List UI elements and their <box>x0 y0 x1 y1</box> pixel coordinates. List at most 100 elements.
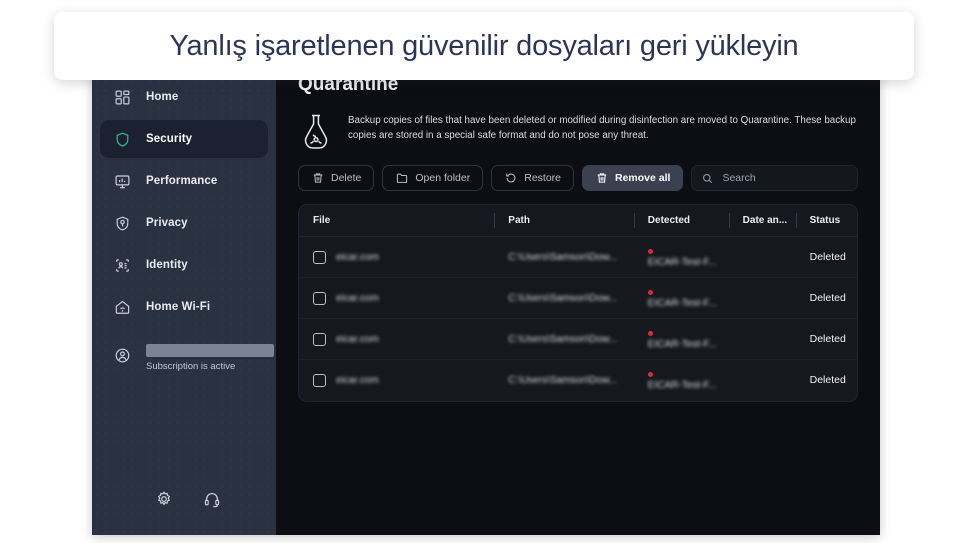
search-icon <box>702 172 713 184</box>
file-name: eicar.com <box>336 333 379 345</box>
sidebar-item-label: Home <box>146 91 179 103</box>
cell-date <box>728 277 796 320</box>
gear-icon[interactable] <box>154 489 174 509</box>
id-card-icon <box>112 255 132 275</box>
threat-dot-icon <box>647 248 653 254</box>
search-input[interactable] <box>720 171 847 185</box>
restore-button[interactable]: Restore <box>491 165 574 191</box>
status-badge: Deleted <box>809 333 846 346</box>
detection-name: EICAR-Test-F... <box>647 257 717 268</box>
row-checkbox[interactable] <box>313 291 326 305</box>
table-header-row: File Path Detected Date an... Status <box>299 205 857 237</box>
threat-dot-icon <box>647 290 653 295</box>
cell-status: Deleted <box>795 236 857 279</box>
column-header-path[interactable]: Path <box>494 205 634 237</box>
cell-file: eicar.com <box>299 236 495 279</box>
column-header-detected[interactable]: Detected <box>633 205 729 237</box>
cell-date <box>728 318 796 361</box>
trash-icon <box>595 172 608 185</box>
cell-status: Deleted <box>796 360 857 401</box>
privacy-shield-icon <box>112 213 132 233</box>
cell-path: C:\Users\Samson\Dow... <box>494 236 634 279</box>
restore-button-label: Restore <box>524 172 561 184</box>
table-row[interactable]: eicar.com C:\Users\Samson\Dow... EICAR-Tes… <box>299 236 857 279</box>
account-name-redacted <box>146 344 274 357</box>
cell-date <box>728 236 796 279</box>
sidebar-item-home-wifi[interactable]: Home Wi-Fi <box>100 288 268 326</box>
folder-icon <box>395 172 408 185</box>
sidebar-item-label: Privacy <box>146 217 188 229</box>
subscription-block[interactable]: Subscription is active <box>100 342 274 386</box>
quarantine-table: File Path Detected Date an... Status eic… <box>298 204 858 402</box>
sidebar-footer <box>92 463 276 535</box>
instruction-banner-text: Yanlış işaretlenen güvenilir dosyaları g… <box>169 29 799 62</box>
column-header-file[interactable]: File <box>299 205 495 237</box>
table-body: eicar.com C:\Users\Samson\Dow... EICAR-Tes… <box>299 236 857 401</box>
sidebar-item-label: Performance <box>146 175 218 187</box>
sidebar-item-identity[interactable]: Identity <box>100 246 268 284</box>
table-row[interactable]: eicar.com C:\Users\Samson\Dow... EICAR-Tes… <box>299 277 857 320</box>
cell-detected: EICAR-Test-F... <box>634 360 729 401</box>
cell-path: C:\Users\Samson\Dow... <box>494 360 634 401</box>
cell-detected: EICAR-Test-F... <box>633 236 729 279</box>
file-path: C:\Users\Samson\Dow... <box>508 333 618 345</box>
status-badge: Deleted <box>809 251 846 264</box>
cell-detected: EICAR-Test-F... <box>633 277 729 320</box>
shield-icon <box>112 129 132 149</box>
cell-path: C:\Users\Samson\Dow... <box>494 318 634 361</box>
file-path: C:\Users\Samson\Dow... <box>508 292 618 304</box>
row-checkbox[interactable] <box>313 332 326 346</box>
quarantine-table-element: File Path Detected Date an... Status eic… <box>299 205 857 401</box>
home-wifi-icon <box>112 297 132 317</box>
main-content: Quarantine Backup copies of files that h… <box>276 68 880 535</box>
search-field[interactable] <box>691 165 858 191</box>
app-window: Home Security Performance Privacy Identi… <box>92 68 880 535</box>
cell-status: Deleted <box>795 318 857 361</box>
cell-status: Deleted <box>795 277 857 320</box>
quarantine-toolbar: Delete Open folder Restore Remove all Se… <box>298 165 858 191</box>
sidebar-item-performance[interactable]: Performance <box>100 162 268 200</box>
table-row[interactable]: eicar.com C:\Users\Samson\Dow... EICAR-Tes… <box>299 318 857 361</box>
cell-path: C:\Users\Samson\Dow... <box>494 277 634 320</box>
trash-icon <box>311 172 324 185</box>
row-checkbox[interactable] <box>313 250 326 264</box>
file-name: eicar.com <box>336 292 379 304</box>
cell-detected: EICAR-Test-F... <box>633 318 729 361</box>
sidebar-item-label: Security <box>146 133 193 145</box>
cell-date <box>729 360 796 401</box>
file-name: eicar.com <box>336 374 379 386</box>
sidebar-item-home[interactable]: Home <box>100 78 268 116</box>
delete-button-label: Delete <box>331 172 362 184</box>
detection-name: EICAR-Test-F... <box>647 380 717 392</box>
sidebar-item-security[interactable]: Security <box>100 120 268 158</box>
delete-button[interactable]: Delete <box>298 165 375 191</box>
file-name: eicar.com <box>336 251 379 263</box>
column-header-status[interactable]: Status <box>795 205 857 237</box>
row-checkbox[interactable] <box>313 373 326 387</box>
column-header-date[interactable]: Date an... <box>728 205 796 237</box>
user-account-icon <box>112 345 132 365</box>
cell-file: eicar.com <box>299 318 495 361</box>
headset-icon[interactable] <box>202 489 222 509</box>
open-folder-button[interactable]: Open folder <box>382 165 484 191</box>
status-badge: Deleted <box>809 292 846 305</box>
detection-name: EICAR-Test-F... <box>647 339 717 351</box>
open-folder-button-label: Open folder <box>415 172 471 184</box>
sidebar-item-privacy[interactable]: Privacy <box>100 204 268 242</box>
subscription-status: Subscription is active <box>146 361 236 372</box>
flask-biohazard-icon <box>298 112 334 152</box>
quarantine-info-text: Backup copies of files that have been de… <box>348 115 856 141</box>
threat-dot-icon <box>647 331 653 337</box>
cell-file: eicar.com <box>299 360 494 401</box>
threat-dot-icon <box>647 372 653 378</box>
remove-all-button-label: Remove all <box>615 172 671 184</box>
instruction-banner: Yanlış işaretlenen güvenilir dosyaları g… <box>54 12 914 80</box>
table-row[interactable]: eicar.com C:\Users\Samson\Dow... EICAR-Tes… <box>299 360 857 401</box>
file-path: C:\Users\Samson\Dow... <box>508 374 618 386</box>
detection-name: EICAR-Test-F... <box>647 298 717 310</box>
file-path: C:\Users\Samson\Dow... <box>508 251 618 263</box>
remove-all-button[interactable]: Remove all <box>582 165 684 191</box>
monitor-icon <box>112 171 132 191</box>
status-badge: Deleted <box>809 374 846 387</box>
sidebar-item-label: Home Wi-Fi <box>146 301 211 313</box>
